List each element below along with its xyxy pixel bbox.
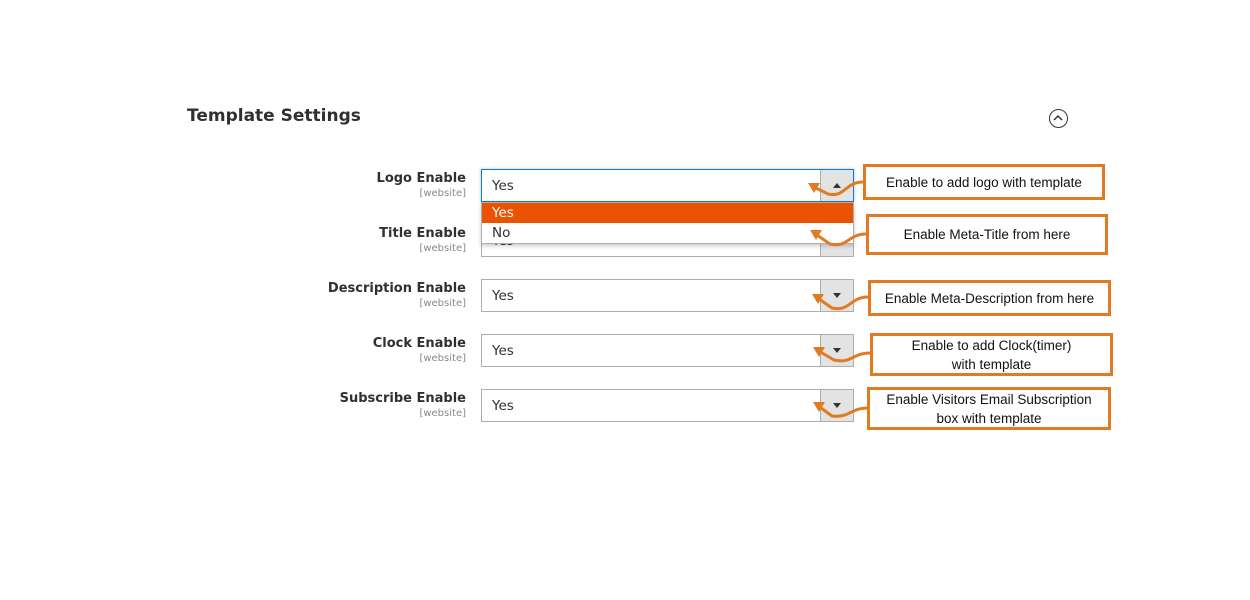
arrow-icon xyxy=(816,348,871,363)
callout-clock: Enable to add Clock(timer) with template xyxy=(870,333,1113,376)
callout-logo: Enable to add logo with template xyxy=(863,164,1105,200)
callout-subscribe: Enable Visitors Email Subscription box wi… xyxy=(867,387,1111,430)
callout-text: box with template xyxy=(936,410,1042,426)
callout-description: Enable Meta-Description from here xyxy=(868,280,1111,316)
callout-text: Enable Meta-Title from here xyxy=(903,227,1071,242)
arrow-icon xyxy=(811,180,864,197)
arrow-icon xyxy=(816,403,869,418)
callout-text: Enable to add logo with template xyxy=(886,174,1082,190)
callout-text: Enable Visitors Email Subscription xyxy=(886,391,1092,407)
callout-text: with template xyxy=(951,356,1032,372)
callout-title: Enable Meta-Title from here xyxy=(866,214,1108,255)
callout-text: Enable Meta-Description from here xyxy=(884,290,1095,306)
callout-text: Enable to add Clock(timer) xyxy=(911,337,1072,353)
arrow-icon xyxy=(815,295,869,311)
arrow-icon xyxy=(813,231,867,247)
